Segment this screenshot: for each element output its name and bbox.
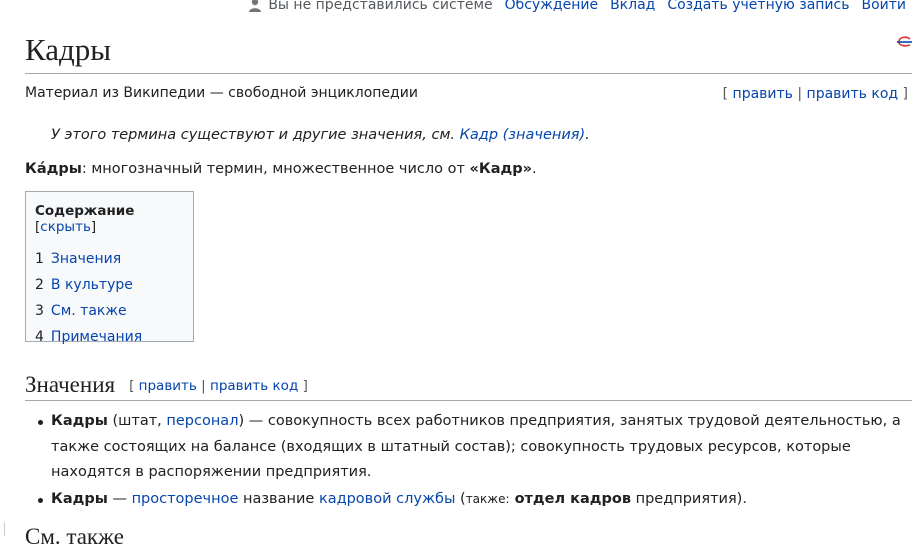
hr-service-link[interactable]: кадровой службы — [319, 491, 455, 507]
title-divider — [25, 73, 912, 74]
bracket-close: ] — [898, 86, 908, 102]
toc-number: 4 — [35, 329, 44, 345]
section-heading-meanings: Значения [ править | править код ] — [25, 371, 912, 400]
toc-item[interactable]: 2 В культуре — [35, 275, 184, 301]
toc-header: Содержание [скрыть] — [35, 203, 184, 235]
contributions-link[interactable]: Вклад — [610, 0, 655, 13]
toc-link[interactable]: Примечания — [51, 329, 142, 345]
list-item: Кадры (штат, персонал) — совокупность вс… — [38, 409, 909, 486]
create-account-link[interactable]: Создать учетную запись — [667, 0, 849, 13]
lead-term: Ка́дры — [25, 161, 82, 177]
language-icon[interactable] — [896, 34, 912, 50]
anon-user-text: Вы не представились системе — [268, 0, 493, 13]
toc-item[interactable]: 3 См. также — [35, 301, 184, 327]
bracket-open: [ — [129, 378, 139, 394]
lead-ref: «Кадр» — [469, 161, 532, 177]
also-label: также: — [465, 491, 510, 506]
personnel-link[interactable]: персонал — [166, 413, 238, 429]
section-title: Значения — [25, 372, 116, 397]
talk-link[interactable]: Обсуждение — [505, 0, 598, 13]
personal-toolbar: Вы не представились системе Обсуждение В… — [248, 0, 906, 14]
disambiguation-link[interactable]: Кадр (значения) — [460, 127, 586, 143]
toc-item[interactable]: 4 Примечания — [35, 327, 184, 353]
edit-link[interactable]: править — [733, 86, 793, 102]
toc-number: 3 — [35, 303, 44, 319]
left-edge-marker — [4, 522, 5, 536]
hatnote: У этого термина существуют и другие знач… — [51, 127, 590, 143]
meaning-term: Кадры — [51, 413, 108, 429]
toc-item[interactable]: 1 Значения — [35, 249, 184, 275]
toc-link[interactable]: В культуре — [51, 277, 133, 293]
table-of-contents: Содержание [скрыть] 1 Значения 2 В культур… — [25, 191, 194, 345]
section-edit-source-link[interactable]: править код — [210, 378, 298, 394]
meaning-text: ( — [455, 490, 466, 507]
bracket-close: ] — [298, 378, 308, 394]
page-title: Кадры — [25, 32, 112, 67]
toc-hide-toggle[interactable]: скрыть — [40, 219, 91, 235]
meaning-text: название — [238, 490, 319, 507]
edit-source-link[interactable]: править код — [807, 86, 899, 102]
page-edit-links: [ править | править код ] — [723, 86, 908, 102]
user-icon — [249, 0, 262, 12]
meaning-term: Кадры — [51, 490, 108, 507]
bracket-open: [ — [722, 86, 733, 102]
hatnote-text: У этого термина существуют и другие знач… — [51, 127, 460, 143]
separator: | — [196, 378, 211, 394]
section-edit-link[interactable]: править — [139, 378, 197, 394]
section-divider — [25, 400, 912, 401]
meaning-bold: отдел кадров — [509, 490, 631, 507]
toc-title: Содержание — [35, 203, 135, 219]
meaning-text: (штат, — [107, 413, 167, 429]
colloquial-link[interactable]: просторечное — [132, 491, 239, 507]
toc-list: 1 Значения 2 В культуре 3 См. также 4 Примеч… — [35, 249, 184, 353]
meaning-text: — — [107, 490, 132, 507]
toc-link[interactable]: См. также — [51, 303, 127, 319]
lead-text: : многозначный термин, множественное чис… — [81, 161, 470, 177]
toc-number: 1 — [35, 251, 44, 267]
toc-number: 2 — [35, 277, 44, 293]
section-heading-see-also: См. также — [25, 524, 124, 549]
toc-bracket-close: ] — [90, 219, 97, 235]
lead-end: . — [531, 161, 537, 177]
login-link[interactable]: Войти — [861, 0, 906, 13]
site-tagline: Материал из Википедии — свободной энцикл… — [25, 85, 418, 101]
meanings-list: Кадры (штат, персонал) — совокупность вс… — [38, 409, 909, 513]
section-edit-links: [ править | править код ] — [129, 378, 308, 394]
hatnote-end: . — [585, 127, 590, 143]
meaning-text: предприятия). — [631, 490, 747, 507]
separator: | — [792, 86, 807, 102]
list-item: Кадры — просторечное название кадровой с… — [38, 487, 909, 513]
lead-paragraph: Ка́дры: многозначный термин, множественн… — [25, 161, 537, 177]
toc-link[interactable]: Значения — [51, 251, 121, 267]
